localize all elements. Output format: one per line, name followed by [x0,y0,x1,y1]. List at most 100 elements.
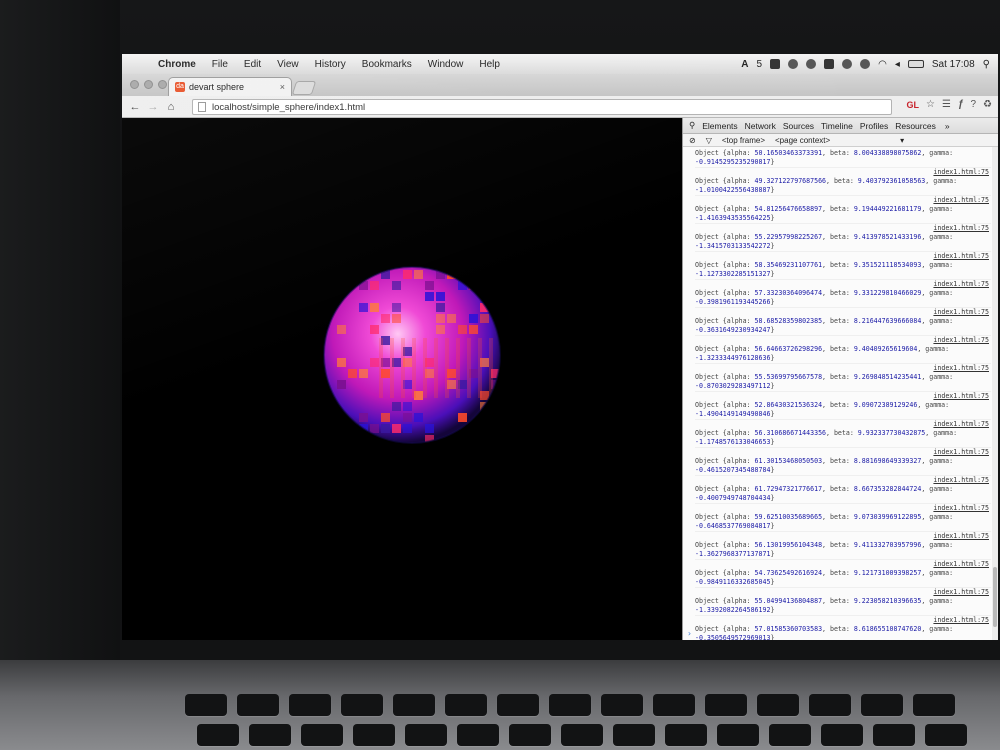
log-gamma-line: -1.1748576133046653} [695,438,775,446]
devtools-tab-network[interactable]: Network [745,121,776,131]
log-source-link[interactable]: index1.html:75 [695,616,991,625]
evernote-status-icon[interactable] [806,59,817,69]
log-alpha: 50.16503463373391 [754,149,823,157]
log-gamma-line: -0.9145295235290817} [695,158,775,166]
log-object-line[interactable]: Object {alpha: 55.04994136804887, beta: … [695,597,991,606]
console-scrollbar[interactable] [992,147,998,640]
tab-close-icon[interactable]: × [280,82,285,92]
log-object-line[interactable]: Object {alpha: 61.72947321776617, beta: … [695,485,991,494]
log-alpha: 61.30153468050503 [754,457,823,465]
log-gamma-line: -1.4904149149490846} [695,410,775,418]
log-source-link[interactable]: index1.html:75 [695,364,991,373]
help-extension-icon[interactable]: ? [970,99,976,110]
address-bar[interactable]: localhost/simple_sphere/index1.html [192,99,892,115]
bookmark-star-icon[interactable]: ☆ [926,99,935,110]
frame-selector[interactable]: <top frame> [722,136,765,145]
address-url[interactable]: localhost/simple_sphere/index1.html [212,102,365,113]
log-object-line[interactable]: Object {alpha: 56.13019956104348, beta: … [695,541,991,550]
menu-help[interactable]: Help [471,59,508,70]
menu-window[interactable]: Window [420,59,472,70]
volume-status-icon[interactable]: ◂ [895,59,900,70]
log-source-link[interactable]: index1.html:75 [695,532,991,541]
console-prompt[interactable]: › [687,629,692,638]
sphere-tile [337,325,346,334]
log-source-link[interactable]: index1.html:75 [695,392,991,401]
log-object-line[interactable]: Object {alpha: 50.16503463373391, beta: … [695,149,991,158]
devtools-tab-profiles[interactable]: Profiles [860,121,888,131]
bluetooth-status-icon[interactable] [860,59,871,69]
sync-status-icon[interactable] [788,59,799,69]
clear-console-icon[interactable]: ⊘ [689,136,696,145]
log-source-link[interactable]: index1.html:75 [695,224,991,233]
webgl-canvas[interactable] [122,118,682,640]
log-source-link[interactable]: index1.html:75 [695,476,991,485]
log-object-line[interactable]: Object {alpha: 49.327122797687566, beta:… [695,177,991,186]
log-source-link[interactable]: index1.html:75 [695,560,991,569]
context-dropdown-icon[interactable]: ▾ [900,136,904,145]
back-arrow-icon[interactable]: ← [126,101,144,113]
browser-tab-active[interactable]: da devart sphere × [168,77,292,96]
menu-view[interactable]: View [269,59,307,70]
log-source-link[interactable]: index1.html:75 [695,168,991,177]
devtools-tab-timeline[interactable]: Timeline [821,121,853,131]
dropbox-status-icon[interactable] [824,59,835,69]
log-source-link[interactable]: index1.html:75 [695,336,991,345]
log-gamma: -1.1273302285151327 [695,270,771,278]
log-object-line[interactable]: Object {alpha: 58.68528359802385, beta: … [695,317,991,326]
log-object-line[interactable]: Object {alpha: 52.86430321536324, beta: … [695,401,991,410]
console-scroll-thumb[interactable] [993,567,997,627]
log-object-line[interactable]: Object {alpha: 61.30153468050503, beta: … [695,457,991,466]
context-selector[interactable]: <page context> [775,136,830,145]
forward-arrow-icon[interactable]: → [144,101,162,113]
log-source-link[interactable]: index1.html:75 [695,448,991,457]
log-object-line[interactable]: Object {alpha: 55.22957998225267, beta: … [695,233,991,242]
close-window-button[interactable] [130,80,139,89]
menu-edit[interactable]: Edit [236,59,269,70]
log-object-line[interactable]: Object {alpha: 56.64663726298296, beta: … [695,345,991,354]
devtools-tab-elements[interactable]: Elements [702,121,737,131]
log-object-line[interactable]: Object {alpha: 57.33230364096474, beta: … [695,289,991,298]
devtools-tab-sources[interactable]: Sources [783,121,814,131]
sphere-tile [436,314,445,323]
devtools-tab-resources[interactable]: Resources [895,121,936,131]
wifi-status-icon[interactable]: ◠ [878,59,887,70]
filter-icon[interactable]: ▽ [706,136,712,145]
log-object-line[interactable]: Object {alpha: 54.73625492616924, beta: … [695,569,991,578]
devtools-more-tabs-icon[interactable]: » [945,121,950,131]
log-source-link[interactable]: index1.html:75 [695,504,991,513]
battery-status-icon[interactable] [907,60,924,68]
log-source-link[interactable]: index1.html:75 [695,196,991,205]
log-source-link[interactable]: index1.html:75 [695,308,991,317]
log-object-line[interactable]: Object {alpha: 54.81256476658897, beta: … [695,205,991,214]
devtools-tab-bar: ⚲ Elements Network Sources Timeline Prof… [683,118,998,134]
menu-history[interactable]: History [307,59,354,70]
log-object-line[interactable]: Object {alpha: 57.01585360703583, beta: … [695,625,991,634]
menu-app-name[interactable]: Chrome [150,59,204,70]
home-icon[interactable]: ⌂ [162,101,180,113]
sphere-tile [414,270,423,279]
adobe-status-icon[interactable]: A [741,59,748,70]
log-object-line[interactable]: Object {alpha: 59.62510035689665, beta: … [695,513,991,522]
minimize-window-button[interactable] [144,80,153,89]
log-object-line[interactable]: Object {alpha: 58.35469231107761, beta: … [695,261,991,270]
log-source-link[interactable]: index1.html:75 [695,280,991,289]
log-source-link[interactable]: index1.html:75 [695,420,991,429]
checkbox-status-icon[interactable] [770,59,781,69]
function-extension-icon[interactable]: ƒ [958,99,964,110]
spotlight-search-icon[interactable]: ⚲ [983,59,990,70]
log-source-link[interactable]: index1.html:75 [695,252,991,261]
log-gamma: -1.1748576133046653 [695,438,771,446]
recycle-extension-icon[interactable]: ♻ [983,99,992,110]
menu-file[interactable]: File [204,59,236,70]
timemachine-status-icon[interactable] [842,59,853,69]
gl-extension-icon[interactable]: GL [906,100,919,110]
log-object-line[interactable]: Object {alpha: 55.53699795667578, beta: … [695,373,991,382]
new-tab-button[interactable] [291,81,317,95]
menu-bookmarks[interactable]: Bookmarks [354,59,420,70]
zoom-window-button[interactable] [158,80,167,89]
log-object-line[interactable]: Object {alpha: 56.310686671443356, beta:… [695,429,991,438]
devtools-search-icon[interactable]: ⚲ [689,120,695,131]
menu-extension-icon[interactable]: ☰ [942,99,951,110]
menu-clock[interactable]: Sat 17:08 [932,59,975,70]
log-source-link[interactable]: index1.html:75 [695,588,991,597]
